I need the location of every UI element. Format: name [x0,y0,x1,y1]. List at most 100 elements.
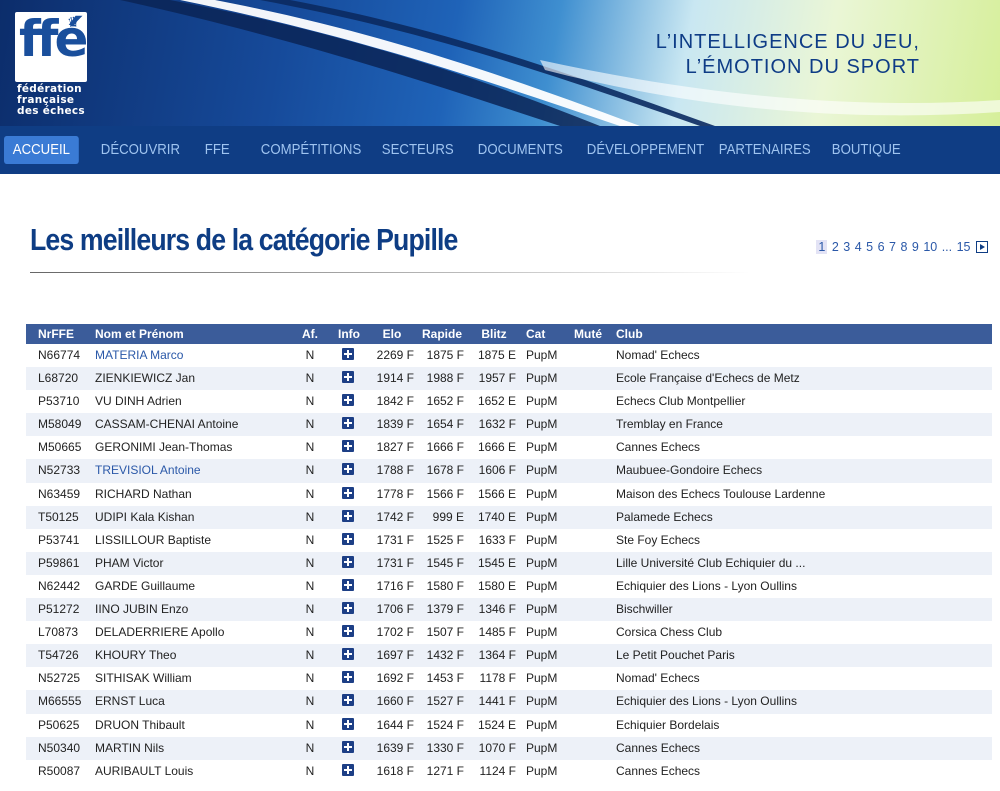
club-name: Ste Foy Echecs [616,532,701,547]
rapid-rating: 1527 F [426,694,464,709]
plus-icon[interactable] [342,371,354,384]
club-name: Maison des Echecs Toulouse Lardenne [616,486,826,501]
nav-item-ffe[interactable]: FFE [196,136,239,164]
club-name: Nomad' Echecs [616,671,700,686]
table-row: N52733 TREVISIOL Antoine N 1788 F 1678 F 1606… [26,459,992,483]
nav-item-developpement[interactable]: DÉVELOPPEMENT [578,136,713,164]
ffe-logo[interactable]: ffé ♛ fédération française des échecs [15,10,88,120]
plus-icon[interactable] [342,509,354,522]
category: PupM [526,417,558,432]
column-header-blitz[interactable]: Blitz [472,324,516,344]
page-link[interactable]: 4 [855,240,862,254]
player-name[interactable]: MATERIA Marco [95,344,183,367]
transferred [574,367,604,390]
plus-icon[interactable] [342,555,354,568]
slogan-line-1: L’INTELLIGENCE DU JEU, [655,31,920,53]
player-name[interactable]: CASSAM-CHENAI Antoine [95,413,238,436]
page-link[interactable]: 8 [900,240,907,254]
player-name[interactable]: VU DINH Adrien [95,390,182,413]
player-name[interactable]: DRUON Thibault [95,714,185,737]
affiliation: N [305,671,315,686]
column-header-club[interactable]: Club [616,324,643,344]
plus-icon[interactable] [342,463,354,476]
player-name[interactable]: ZIENKIEWICZ Jan [95,367,195,390]
page-link[interactable]: 10 [923,240,937,254]
page-link[interactable]: 6 [878,240,885,254]
nav-item-accueil[interactable]: ACCUEIL [4,136,79,164]
info-cell [339,529,357,552]
page-link[interactable]: 9 [912,240,919,254]
column-header-rapide[interactable]: Rapide [420,324,464,344]
player-name[interactable]: TREVISIOL Antoine [95,459,201,482]
plus-icon[interactable] [342,648,354,661]
nav-item-boutique[interactable]: BOUTIQUE [823,136,910,164]
plus-icon[interactable] [342,486,354,499]
player-name[interactable]: SITHISAK William [95,667,192,690]
column-header-af[interactable]: Af. [300,324,320,344]
player-name[interactable]: GARDE Guillaume [95,575,195,598]
page-link-current[interactable]: 1 [816,240,828,254]
blitz-rating: 1485 F [478,625,516,640]
club-name: Maubuee-Gondoire Echecs [616,463,763,478]
page-link[interactable]: 2 [832,240,839,254]
plus-icon[interactable] [342,394,354,407]
plus-icon[interactable] [342,694,354,707]
player-name[interactable]: UDIPI Kala Kishan [95,506,194,529]
plus-icon[interactable] [342,417,354,430]
player-name[interactable]: LISSILLOUR Baptiste [95,529,211,552]
column-header-name[interactable]: Nom et Prénom [95,324,184,344]
rapid-rating: 999 E [432,509,464,524]
player-name[interactable]: KHOURY Theo [95,644,176,667]
plus-icon[interactable] [342,740,354,753]
table-row: L70873 DELADERRIERE Apollo N 1702 F 1507 F 14… [26,621,992,644]
column-header-nrffe[interactable]: NrFFE [38,324,74,344]
table-row: R50087 AURIBAULT Louis N 1618 F 1271 F 1124 F… [26,760,992,783]
plus-icon[interactable] [342,763,354,776]
player-id: N63459 [38,486,81,501]
column-header-info: Info [338,327,360,341]
column-header-mute[interactable]: Muté [574,324,604,344]
elo-rating: 1731 F [376,555,414,570]
page-link[interactable]: 5 [866,240,873,254]
rapid-rating: 1652 F [426,394,464,409]
plus-icon[interactable] [342,602,354,615]
column-header-elo[interactable]: Elo [370,324,414,344]
main-nav: ACCUEIL DÉCOUVRIR FFE COMPÉTITIONS SECTE… [0,126,1000,174]
category: PupM [526,440,558,455]
blitz-rating: 1346 F [478,602,516,617]
player-name[interactable]: RICHARD Nathan [95,483,192,506]
plus-icon[interactable] [342,532,354,545]
plus-icon[interactable] [342,671,354,684]
plus-icon[interactable] [342,717,354,730]
category: PupM [526,463,558,478]
page-title: Les meilleurs de la catégorie Pupille [30,222,458,257]
elo-rating: 1692 F [376,671,414,686]
nav-item-partenaires[interactable]: PARTENAIRES [710,136,820,164]
player-name[interactable]: PHAM Victor [95,552,163,575]
player-name[interactable]: DELADERRIERE Apollo [95,621,224,644]
nav-item-competitions[interactable]: COMPÉTITIONS [252,136,370,164]
plus-icon[interactable] [342,348,354,360]
page-link[interactable]: 7 [889,240,896,254]
player-name[interactable]: GERONIMI Jean-Thomas [95,436,232,459]
plus-icon[interactable] [342,625,354,638]
table-row: N50340 MARTIN Nils N 1639 F 1330 F 1070 F PupM… [26,736,992,760]
table-row: P51272 IINO JUBIN Enzo N 1706 F 1379 F 1346 F… [26,598,992,622]
plus-icon[interactable] [342,578,354,591]
player-name[interactable]: ERNST Luca [95,690,165,713]
elo-rating: 1788 F [376,463,414,478]
transferred [574,529,604,552]
plus-icon[interactable] [342,440,354,453]
player-name[interactable]: AURIBAULT Louis [95,760,193,783]
nav-item-documents[interactable]: DOCUMENTS [469,136,572,164]
page-link[interactable]: 3 [843,240,850,254]
player-name[interactable]: IINO JUBIN Enzo [95,598,188,621]
column-header-cat[interactable]: Cat [526,324,562,344]
next-page-icon[interactable] [976,241,988,253]
page-link-last[interactable]: 15 [957,240,971,254]
nav-item-secteurs[interactable]: SECTEURS [373,136,462,164]
player-name[interactable]: MARTIN Nils [95,737,164,760]
nav-item-decouvrir[interactable]: DÉCOUVRIR [92,136,189,164]
category: PupM [526,371,558,386]
elo-rating: 1660 F [376,694,414,709]
